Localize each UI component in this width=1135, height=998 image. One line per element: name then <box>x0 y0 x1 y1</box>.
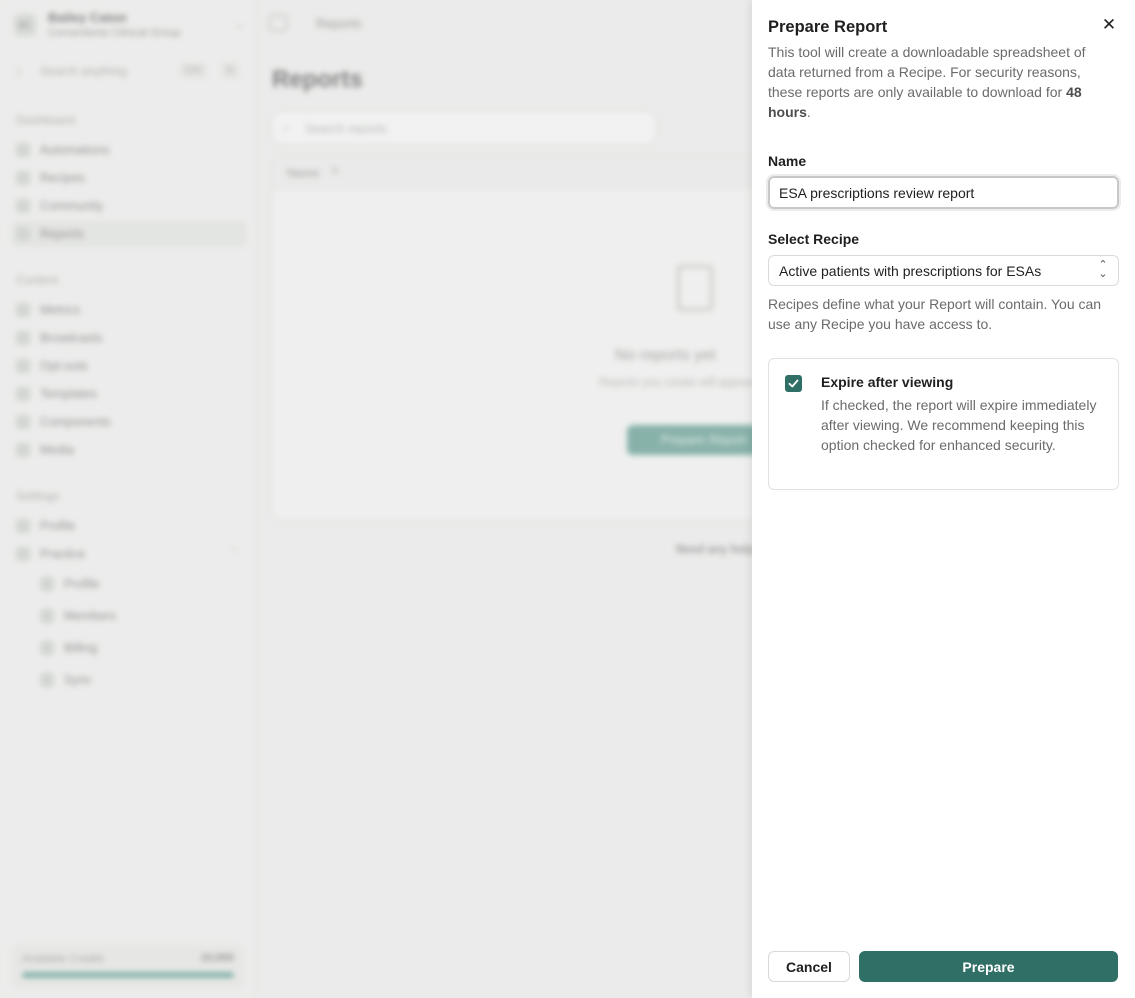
chevron-up-down-icon: ⌃ ⌄ <box>1098 259 1108 280</box>
expire-option-card: Expire after viewing If checked, the rep… <box>768 358 1119 490</box>
recipe-label: Select Recipe <box>768 231 860 247</box>
panel-description: This tool will create a downloadable spr… <box>768 42 1116 122</box>
name-label: Name <box>768 153 807 169</box>
description-end: . <box>806 104 811 120</box>
expire-checkbox[interactable] <box>785 375 802 392</box>
expire-title: Expire after viewing <box>821 374 954 390</box>
cancel-button[interactable]: Cancel <box>768 951 850 982</box>
recipe-select-value: Active patients with prescriptions for E… <box>779 263 1042 279</box>
close-icon[interactable]: ✕ <box>1098 14 1120 36</box>
panel-title: Prepare Report <box>768 18 888 36</box>
report-name-input[interactable] <box>766 174 1121 211</box>
check-icon <box>788 379 799 388</box>
description-text: This tool will create a downloadable spr… <box>768 44 1086 100</box>
recipe-help-text: Recipes define what your Report will con… <box>768 296 1102 332</box>
recipe-select[interactable]: Active patients with prescriptions for E… <box>768 255 1119 286</box>
expire-description: If checked, the report will expire immed… <box>821 397 1097 453</box>
prepare-button[interactable]: Prepare <box>859 951 1118 982</box>
modal-backdrop[interactable] <box>0 0 752 998</box>
prepare-report-panel: Prepare Report ✕ This tool will create a… <box>752 0 1135 998</box>
